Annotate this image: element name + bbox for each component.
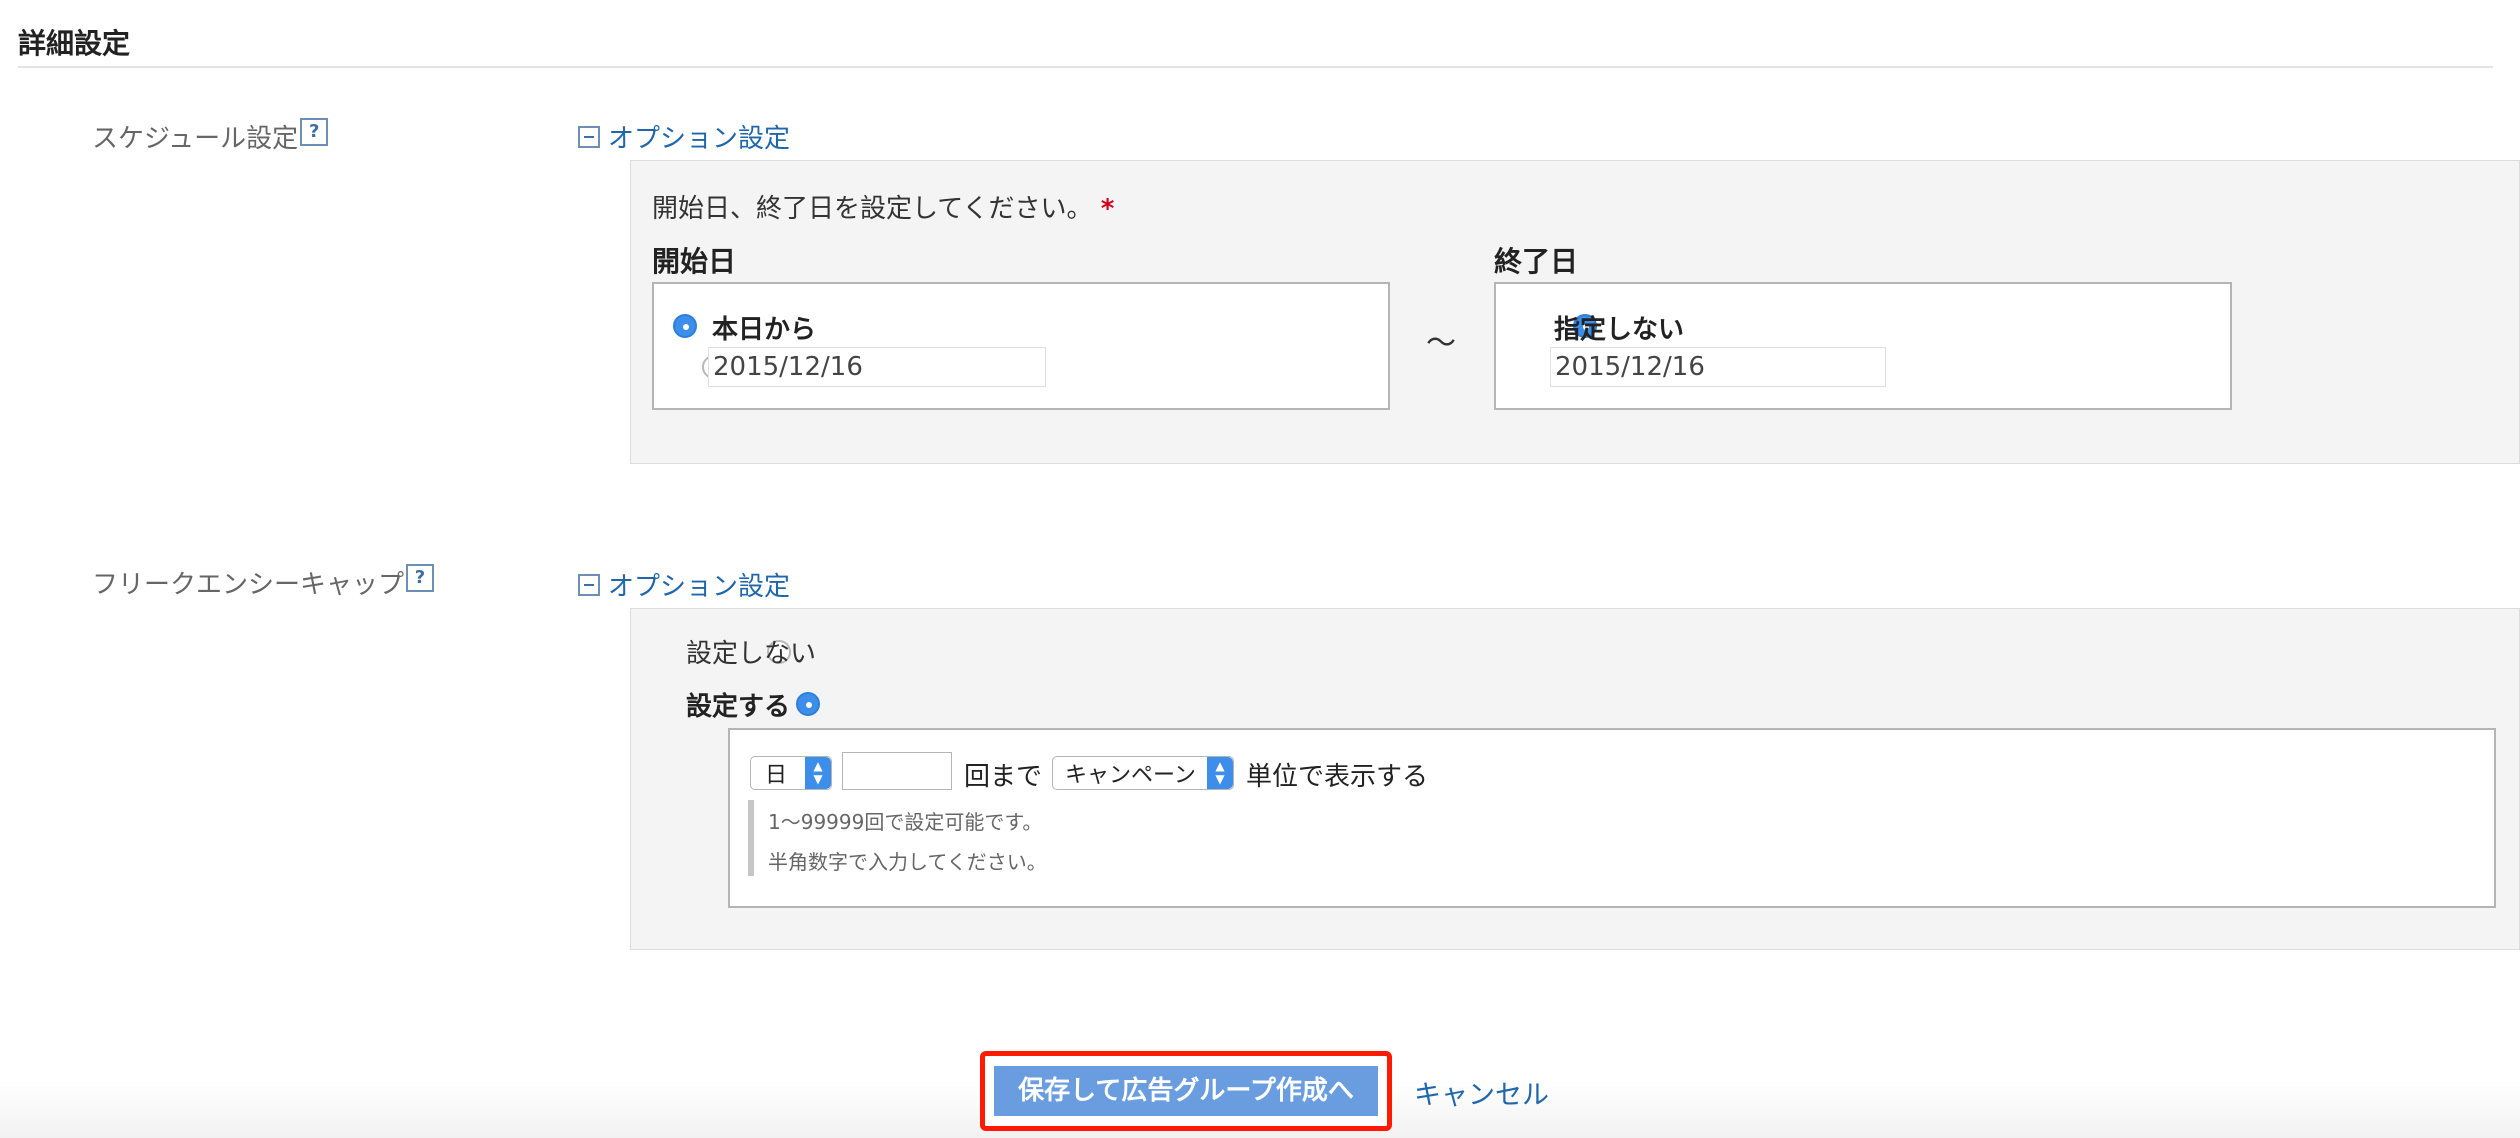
- end-date-box: [1494, 282, 2232, 410]
- start-date-box: [652, 282, 1390, 410]
- frequency-note: 半角数字で入力してください。: [768, 850, 1047, 874]
- unit-select-value: キャンペーン: [1065, 763, 1196, 788]
- frequency-count-input[interactable]: [842, 752, 952, 790]
- start-date-input[interactable]: 2015/12/16: [708, 347, 1046, 387]
- select-arrows-icon: ▲ ▼: [805, 757, 831, 789]
- frequency-option-toggle-label: オプション設定: [608, 572, 791, 602]
- section-title: 詳細設定: [18, 27, 131, 60]
- start-today-radio[interactable]: [673, 314, 697, 338]
- required-mark: *: [1100, 194, 1115, 224]
- schedule-label-row: スケジュール設定?: [92, 118, 329, 155]
- section-divider: [18, 66, 2493, 68]
- end-date-input[interactable]: 2015/12/16: [1550, 347, 1886, 387]
- start-today-label[interactable]: 本日から: [712, 309, 816, 346]
- start-date-heading: 開始日: [652, 245, 737, 278]
- end-date-heading: 終了日: [1494, 245, 1579, 278]
- help-icon[interactable]: ?: [300, 118, 329, 146]
- schedule-option-toggle[interactable]: オプション設定: [578, 118, 790, 155]
- period-select-value: 日: [765, 763, 788, 788]
- end-none-label[interactable]: 指定しない: [1554, 309, 1684, 346]
- collapse-icon: [578, 125, 600, 148]
- schedule-instruction: 開始日、終了日を設定してください。: [652, 194, 1093, 224]
- frequency-note: 1～99999回で設定可能です。: [768, 810, 1043, 834]
- schedule-option-toggle-label: オプション設定: [608, 124, 791, 154]
- frequency-cap-label: フリークエンシーキャップ: [92, 570, 405, 600]
- unit-select[interactable]: キャンペーン ▲ ▼: [1052, 756, 1234, 790]
- select-arrows-icon: ▲ ▼: [1207, 757, 1233, 789]
- date-range-separator: ～: [1426, 326, 1456, 361]
- period-select[interactable]: 日 ▲ ▼: [750, 756, 832, 790]
- frequency-on-label[interactable]: 設定する: [686, 686, 790, 723]
- unit-suffix: 単位で表示する: [1246, 762, 1429, 792]
- frequency-option-toggle[interactable]: オプション設定: [578, 566, 790, 603]
- help-icon[interactable]: ?: [406, 564, 435, 592]
- frequency-cap-label-row: フリークエンシーキャップ?: [92, 564, 435, 601]
- schedule-label: スケジュール設定: [92, 124, 299, 154]
- count-suffix: 回まで: [964, 762, 1043, 792]
- frequency-off-label[interactable]: 設定しない: [686, 633, 816, 670]
- save-and-create-adgroup-button[interactable]: 保存して広告グループ作成へ: [994, 1066, 1378, 1116]
- collapse-icon: [578, 573, 600, 596]
- schedule-instruction-row: 開始日、終了日を設定してください。 *: [652, 188, 1114, 225]
- cancel-link[interactable]: キャンセル: [1414, 1073, 1549, 1112]
- note-bar: [748, 800, 754, 876]
